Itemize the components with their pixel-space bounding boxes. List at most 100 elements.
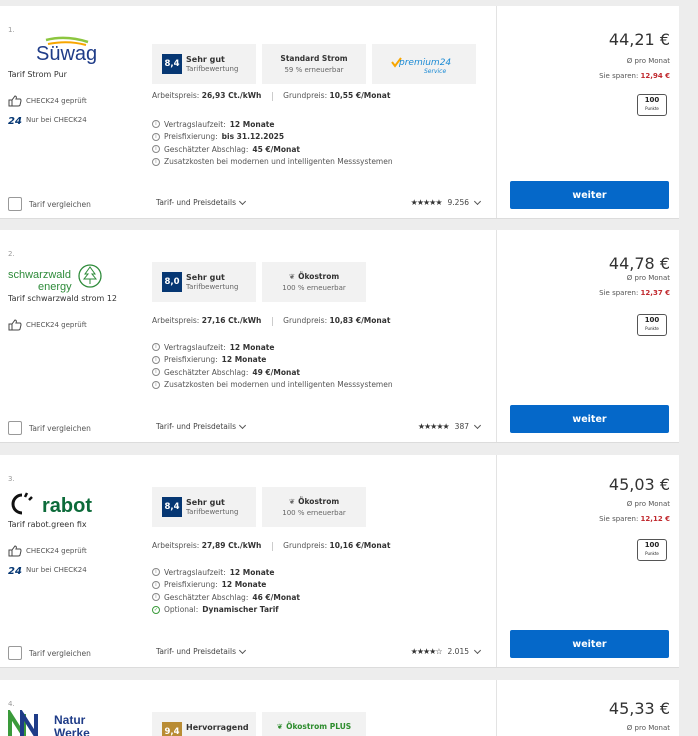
savings: Sie sparen: 12,94 € bbox=[599, 72, 670, 80]
monthly-price: 45,03 € bbox=[608, 475, 670, 494]
tariff-rating-badge[interactable]: 9,4 Hervorragend bbox=[152, 712, 256, 736]
star-rating-icon: ★★★★★ bbox=[417, 422, 450, 431]
feature-exclusive: 24 Nur bei CHECK24 bbox=[8, 116, 87, 126]
energy-mix-badge[interactable]: Standard Strom 59 % erneuerbar bbox=[262, 44, 366, 84]
info-icon: i bbox=[152, 157, 160, 166]
tariff-card: 4. Natur Werke 9,4 Hervorragend ❦ Ökostro… bbox=[0, 680, 679, 736]
tariff-name: Tarif Strom Pur bbox=[8, 70, 67, 79]
checkbox[interactable] bbox=[8, 421, 22, 435]
info-icon: i bbox=[152, 132, 160, 141]
tariff-rating-badge[interactable]: 8,4 Sehr gut Tarifbewertung bbox=[152, 44, 256, 84]
tariff-card: 1. Süwag Tarif Strom Pur CHECK24 geprüft… bbox=[0, 6, 679, 219]
info-row: i Geschätzter Abschlag: 49 €/Monat bbox=[152, 366, 397, 379]
tariff-name: Tarif schwarzwald strom 12 bbox=[8, 294, 118, 303]
svg-text:24: 24 bbox=[8, 116, 22, 126]
energy-mix-badge[interactable]: ❦ Ökostrom 100 % erneuerbar bbox=[262, 262, 366, 302]
info-row: i Vertragslaufzeit: 12 Monate bbox=[152, 118, 397, 131]
tariff-info-list: i Vertragslaufzeit: 12 Monate i Preisfixier… bbox=[152, 118, 397, 168]
rank-number: 2. bbox=[8, 250, 15, 258]
price-panel: 45,33 € Ø pro Monat bbox=[496, 680, 680, 736]
tariff-details-toggle[interactable]: Tarif- und Preisdetails bbox=[156, 421, 247, 431]
info-row: i Vertragslaufzeit: 12 Monate bbox=[152, 566, 300, 579]
svg-text:Süwag: Süwag bbox=[36, 43, 97, 65]
rank-number: 4. bbox=[8, 700, 15, 708]
info-icon: i bbox=[152, 145, 160, 154]
chevron-down-icon bbox=[238, 197, 247, 205]
price-panel: 44,78 € Ø pro Monat Sie sparen: 12,37 € … bbox=[496, 230, 680, 442]
info-icon: i bbox=[152, 580, 160, 589]
thumbs-up-icon bbox=[8, 95, 22, 107]
tariff-details-toggle[interactable]: Tarif- und Preisdetails bbox=[156, 197, 247, 207]
customer-rating[interactable]: ★★★★☆ 2.015 bbox=[410, 646, 482, 656]
continue-button[interactable]: weiter bbox=[510, 630, 669, 658]
price-breakdown: Arbeitspreis: 26,93 Ct./kWh Grundpreis: … bbox=[152, 91, 391, 101]
compare-tariff-checkbox[interactable]: Tarif vergleichen bbox=[8, 646, 91, 660]
svg-text:Natur: Natur bbox=[54, 713, 86, 727]
chevron-down-icon bbox=[473, 421, 482, 429]
thumbs-up-icon bbox=[8, 545, 22, 557]
score-value: 8,0 bbox=[162, 272, 182, 292]
premium-service-badge[interactable]: premium24 Service bbox=[372, 44, 476, 84]
score-value: 9,4 bbox=[162, 722, 182, 736]
chevron-down-icon bbox=[473, 197, 482, 205]
rank-number: 3. bbox=[8, 475, 15, 483]
svg-text:premium24: premium24 bbox=[398, 58, 451, 68]
info-row: i Zusatzkosten bei modernen und intellige… bbox=[152, 379, 397, 392]
savings: Sie sparen: 12,12 € bbox=[599, 515, 670, 523]
tariff-name: Tarif rabot.green fix bbox=[8, 520, 87, 529]
provider-logo-suewag: Süwag bbox=[36, 36, 97, 65]
check24-points-badge[interactable]: 100 Punkte bbox=[637, 314, 667, 336]
energy-mix-badge[interactable]: ❦ Ökostrom PLUS bbox=[262, 712, 366, 736]
info-row: i Vertragslaufzeit: 12 Monate bbox=[152, 341, 397, 354]
star-rating-icon: ★★★★☆ bbox=[410, 647, 443, 656]
tariff-rating-badge[interactable]: 8,0 Sehr gut Tarifbewertung bbox=[152, 262, 256, 302]
check24-points-badge[interactable]: 100 Punkte bbox=[637, 539, 667, 561]
feature-check24-tested: CHECK24 geprüft bbox=[8, 95, 87, 107]
energy-mix-badge[interactable]: ❦ Ökostrom 100 % erneuerbar bbox=[262, 487, 366, 527]
feature-check24-tested: CHECK24 geprüft bbox=[8, 545, 87, 557]
continue-button[interactable]: weiter bbox=[510, 405, 669, 433]
check-circle-icon: ✓ bbox=[152, 605, 160, 614]
price-panel: 44,21 € Ø pro Monat Sie sparen: 12,94 € … bbox=[496, 6, 680, 218]
svg-text:rabot: rabot bbox=[42, 495, 92, 517]
info-icon: i bbox=[152, 593, 160, 602]
savings: Sie sparen: 12,37 € bbox=[599, 289, 670, 297]
score-value: 8,4 bbox=[162, 497, 182, 517]
provider-logo-schwarzwald-energy: schwarzwald energy bbox=[8, 264, 102, 293]
svg-text:Werke: Werke bbox=[54, 726, 90, 736]
checkbox[interactable] bbox=[8, 646, 22, 660]
info-icon: i bbox=[152, 355, 160, 364]
leaf-icon: ❦ bbox=[276, 722, 284, 731]
svg-text:energy: energy bbox=[38, 281, 72, 293]
premium24-logo: premium24 Service bbox=[391, 57, 451, 75]
info-row: i Preisfixierung: 12 Monate bbox=[152, 354, 397, 367]
tariff-info-list: i Vertragslaufzeit: 12 Monate i Preisfixier… bbox=[152, 341, 397, 391]
compare-tariff-checkbox[interactable]: Tarif vergleichen bbox=[8, 197, 91, 211]
leaf-icon: ❦ bbox=[288, 272, 296, 281]
tariff-rating-badge[interactable]: 8,4 Sehr gut Tarifbewertung bbox=[152, 487, 256, 527]
checkbox[interactable] bbox=[8, 197, 22, 211]
info-icon: i bbox=[152, 380, 160, 389]
tariff-details-toggle[interactable]: Tarif- und Preisdetails bbox=[156, 646, 247, 656]
tariff-card: 2. schwarzwald energy Tarif schwarzwald … bbox=[0, 230, 679, 443]
continue-button[interactable]: weiter bbox=[510, 181, 669, 209]
tariff-card: 3. rabot Tarif rabot.green fix CHECK24 g… bbox=[0, 455, 679, 668]
compare-tariff-checkbox[interactable]: Tarif vergleichen bbox=[8, 421, 91, 435]
monthly-price: 45,33 € bbox=[608, 699, 670, 718]
info-row: ✓ Optional: Dynamischer Tarif bbox=[152, 605, 279, 615]
customer-rating[interactable]: ★★★★★ 387 bbox=[417, 421, 482, 431]
chevron-down-icon bbox=[238, 646, 247, 654]
check24-points-badge[interactable]: 100 Punkte bbox=[637, 94, 667, 116]
customer-rating[interactable]: ★★★★★ 9.256 bbox=[410, 197, 482, 207]
info-icon: i bbox=[152, 120, 160, 129]
info-icon: i bbox=[152, 368, 160, 377]
monthly-price: 44,78 € bbox=[608, 254, 670, 273]
check24-24-icon: 24 bbox=[8, 566, 22, 576]
info-row: i Preisfixierung: 12 Monate bbox=[152, 579, 300, 592]
price-breakdown: Arbeitspreis: 27,89 Ct./kWh Grundpreis: … bbox=[152, 541, 391, 551]
tariff-results-list: 1. Süwag Tarif Strom Pur CHECK24 geprüft… bbox=[0, 0, 698, 736]
score-value: 8,4 bbox=[162, 54, 182, 74]
rank-number: 1. bbox=[8, 26, 15, 34]
chevron-down-icon bbox=[238, 421, 247, 429]
star-rating-icon: ★★★★★ bbox=[410, 198, 443, 207]
